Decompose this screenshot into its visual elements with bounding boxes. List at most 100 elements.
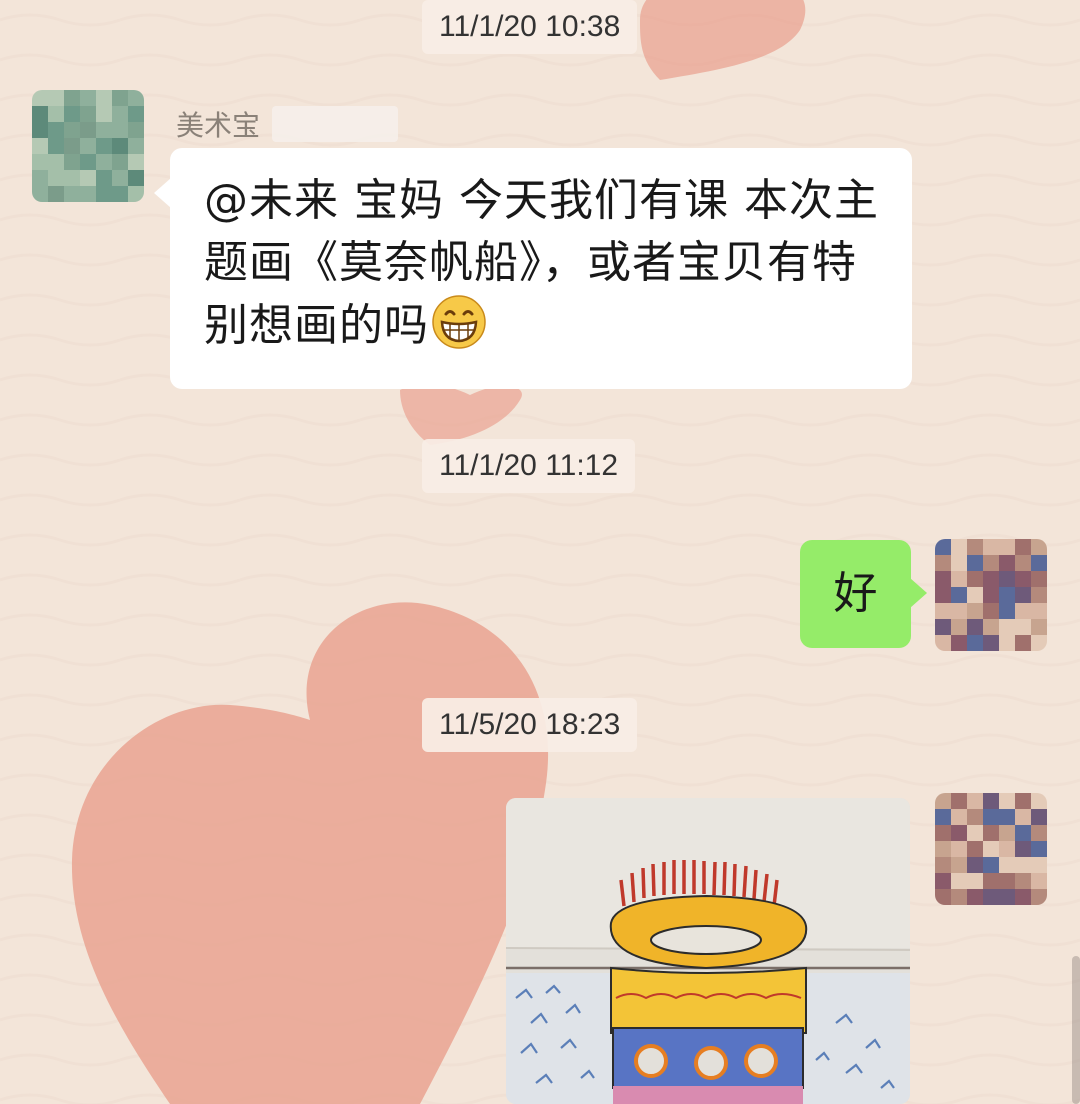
avatar-pixel [935, 793, 951, 809]
avatar-pixel [1015, 635, 1031, 651]
ship-drawing-image [506, 798, 910, 1104]
avatar-pixel [1031, 873, 1047, 889]
avatar-pixel [128, 106, 144, 122]
avatar-pixel [951, 889, 967, 905]
avatar-pixel [983, 635, 999, 651]
avatar-pixel [1015, 571, 1031, 587]
avatar-pixel [1031, 809, 1047, 825]
avatar-pixel [1015, 603, 1031, 619]
avatar-pixel [80, 138, 96, 154]
grinning-face-emoji-icon [432, 295, 486, 349]
avatar-pixel [999, 539, 1015, 555]
avatar-pixel [983, 889, 999, 905]
avatar-pixel [935, 841, 951, 857]
avatar-pixel [64, 154, 80, 170]
avatar-pixel [999, 555, 1015, 571]
avatar-pixel [967, 873, 983, 889]
avatar-pixel [96, 106, 112, 122]
outgoing-message-bubble[interactable]: 好 [800, 540, 927, 648]
avatar-pixel [32, 138, 48, 154]
avatar-pixel [983, 841, 999, 857]
avatar-pixel [96, 138, 112, 154]
avatar-pixel [967, 603, 983, 619]
avatar-pixel [983, 857, 999, 873]
avatar-pixel [128, 138, 144, 154]
avatar-pixel [48, 90, 64, 106]
avatar-pixel [112, 90, 128, 106]
avatar-pixel [1015, 889, 1031, 905]
avatar-pixel [967, 539, 983, 555]
avatar-pixel [935, 825, 951, 841]
avatar-pixel [983, 571, 999, 587]
avatar-pixel [983, 619, 999, 635]
avatar-pixel [48, 154, 64, 170]
avatar-pixel [999, 825, 1015, 841]
avatar-pixel [96, 90, 112, 106]
avatar-pixel [112, 186, 128, 202]
avatar-pixel [935, 619, 951, 635]
avatar-pixel [935, 873, 951, 889]
avatar-pixel [951, 539, 967, 555]
avatar-pixel [951, 825, 967, 841]
avatar-pixel [1031, 587, 1047, 603]
avatar-pixel [80, 122, 96, 138]
avatar-pixel [32, 170, 48, 186]
avatar-pixel [967, 889, 983, 905]
avatar-pixel [935, 571, 951, 587]
avatar-pixel [112, 122, 128, 138]
my-avatar[interactable] [935, 539, 1047, 651]
avatar-pixel [967, 793, 983, 809]
avatar-pixel [983, 793, 999, 809]
avatar-pixel [951, 841, 967, 857]
avatar-pixel [48, 138, 64, 154]
avatar-pixel [999, 841, 1015, 857]
avatar-pixel [999, 571, 1015, 587]
avatar-pixel [967, 587, 983, 603]
avatar-pixel [96, 170, 112, 186]
avatar-pixel [112, 138, 128, 154]
avatar-pixel [951, 603, 967, 619]
avatar-pixel [80, 170, 96, 186]
avatar-pixel [1015, 793, 1031, 809]
avatar-pixel [951, 635, 967, 651]
avatar-pixel [967, 809, 983, 825]
avatar-pixel [935, 809, 951, 825]
scrollbar[interactable] [1072, 956, 1080, 1104]
message-timestamp: 11/1/20 10:38 [422, 0, 638, 54]
avatar-pixel [112, 154, 128, 170]
avatar-pixel [935, 555, 951, 571]
avatar-pixel [967, 555, 983, 571]
avatar-pixel [935, 857, 951, 873]
avatar-pixel [1015, 539, 1031, 555]
avatar-pixel [999, 793, 1015, 809]
avatar-pixel [1031, 841, 1047, 857]
avatar-pixel [999, 889, 1015, 905]
message-timestamp: 11/5/20 18:23 [422, 698, 638, 752]
avatar-pixel [935, 587, 951, 603]
message-text: @未来 宝妈 今天我们有课 本次主题画《莫奈帆船》，或者宝贝有特别想画的吗 [204, 175, 879, 351]
avatar-pixel [1015, 619, 1031, 635]
my-avatar[interactable] [935, 793, 1047, 905]
obscured-name-part [272, 106, 398, 142]
sender-name: 美术宝 [176, 109, 261, 142]
avatar-pixel [951, 587, 967, 603]
avatar-pixel [80, 154, 96, 170]
avatar-pixel [1031, 857, 1047, 873]
avatar-pixel [1015, 841, 1031, 857]
avatar-pixel [112, 106, 128, 122]
avatar-pixel [999, 635, 1015, 651]
avatar-pixel [1031, 603, 1047, 619]
sender-avatar[interactable] [32, 90, 144, 202]
avatar-pixel [1031, 619, 1047, 635]
avatar-pixel [967, 857, 983, 873]
avatar-pixel [967, 841, 983, 857]
avatar-pixel [983, 539, 999, 555]
message-text: 好 [833, 568, 878, 619]
image-message[interactable] [506, 798, 910, 1104]
avatar-pixel [80, 106, 96, 122]
incoming-message-bubble[interactable]: @未来 宝妈 今天我们有课 本次主题画《莫奈帆船》，或者宝贝有特别想画的吗 [154, 148, 912, 389]
avatar-pixel [32, 122, 48, 138]
avatar-pixel [951, 555, 967, 571]
avatar-pixel [32, 106, 48, 122]
avatar-pixel [951, 857, 967, 873]
